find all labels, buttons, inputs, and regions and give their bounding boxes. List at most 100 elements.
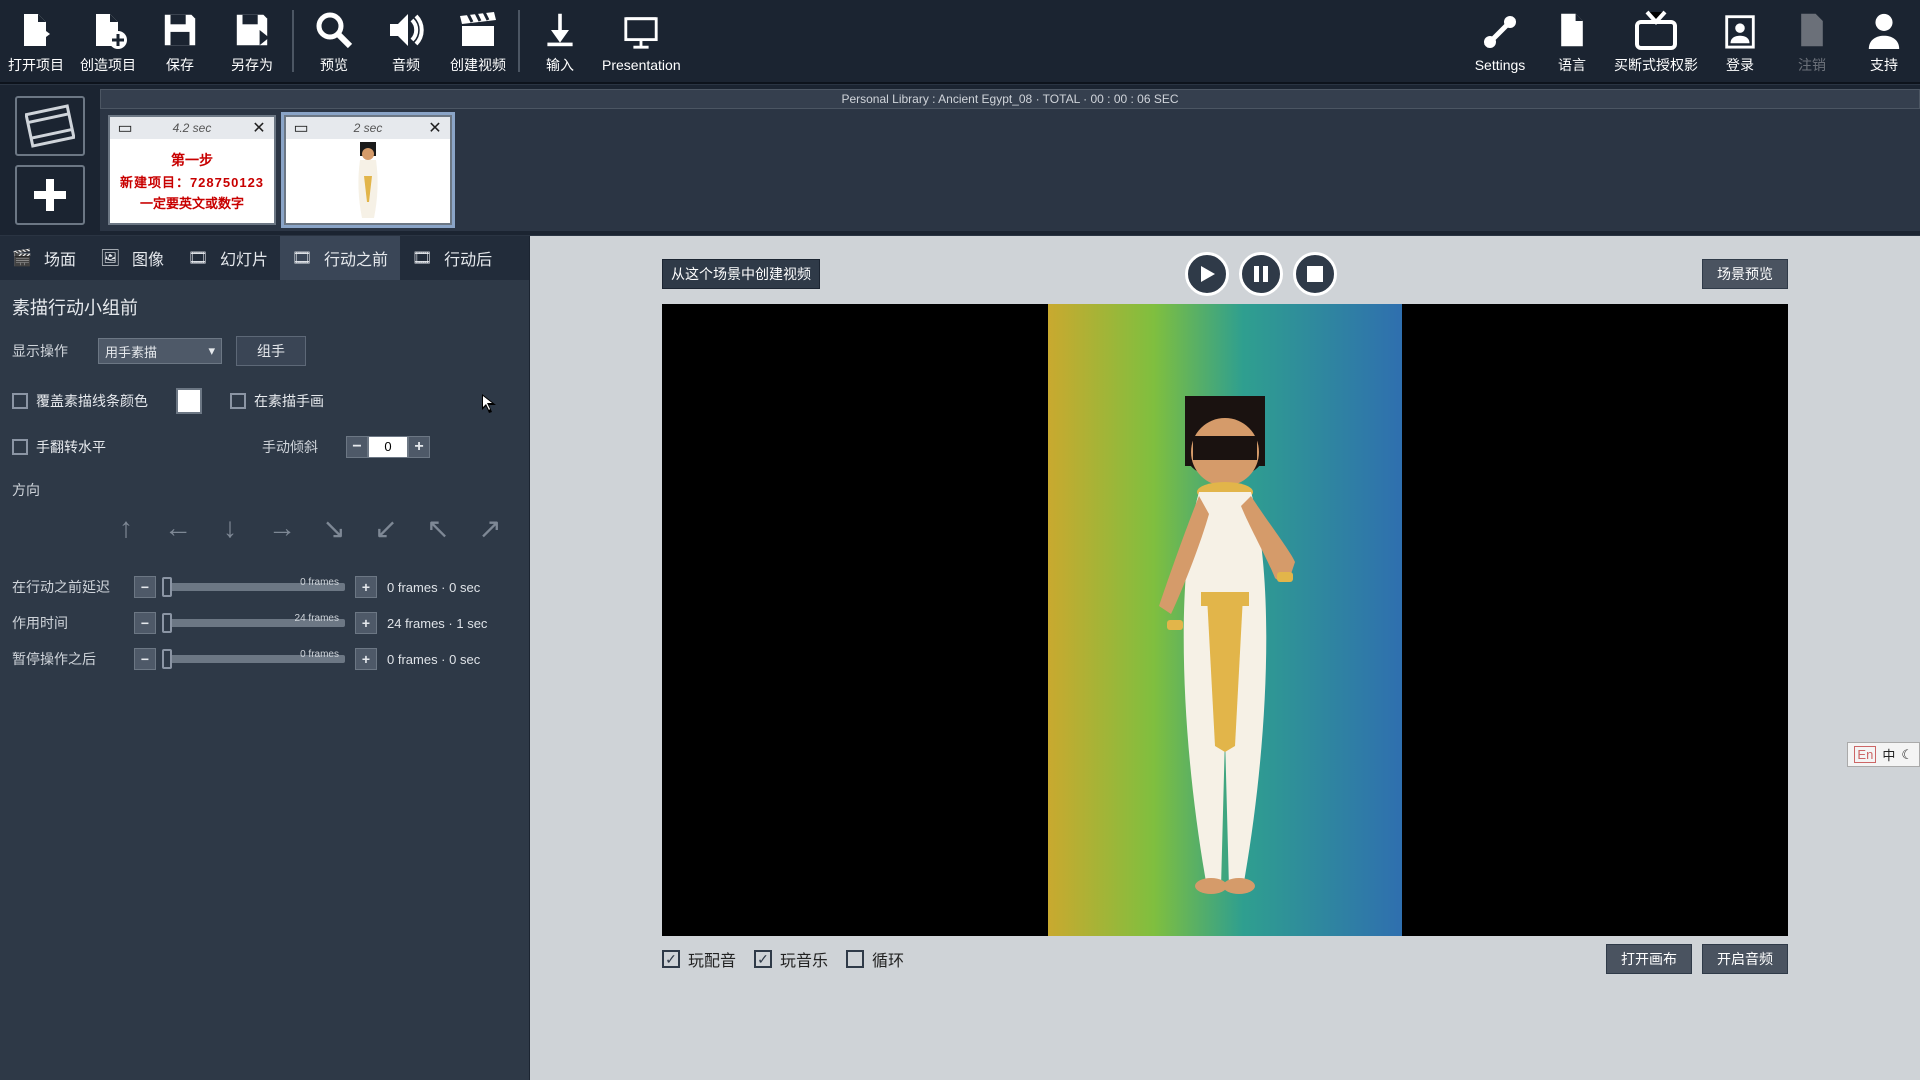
preview-checkboxes: 玩配音 玩音乐 循环: [662, 947, 904, 971]
arrow-up-left-icon[interactable]: ↖: [420, 510, 456, 546]
checkbox-box-icon: [662, 950, 680, 968]
tilt-decrement-button[interactable]: −: [346, 436, 368, 458]
badge-icon: [1719, 9, 1761, 51]
arrow-up-icon[interactable]: ↑: [108, 510, 144, 546]
after-tab-icon: 🎞: [412, 248, 438, 268]
loop-checkbox[interactable]: 循环: [846, 947, 904, 971]
arrow-left-icon[interactable]: ←: [160, 510, 196, 546]
tilt-spinner: − 0 +: [346, 436, 430, 458]
group-hand-button[interactable]: 组手: [236, 336, 306, 366]
stop-button[interactable]: [1293, 252, 1337, 296]
make-video-label: 创建视频: [450, 55, 506, 75]
frames-row: ▭ 4.2 sec ✕ 第一步 新建项目：728750123 一定要英文或数字 …: [100, 109, 1920, 231]
before-tab-icon: 🎞: [292, 248, 318, 268]
frame-menu-icon[interactable]: ▭: [290, 119, 312, 137]
stage-content: [1048, 304, 1402, 936]
new-project-button[interactable]: 创造项目: [72, 2, 144, 80]
color-swatch[interactable]: [176, 388, 202, 414]
language-button[interactable]: 语言: [1536, 2, 1608, 80]
frame-close-icon[interactable]: ✕: [424, 119, 446, 137]
slider-increment-button[interactable]: +: [355, 576, 377, 598]
presentation-button[interactable]: Presentation: [596, 2, 687, 80]
frame-2[interactable]: ▭ 2 sec ✕: [284, 115, 452, 225]
save-as-button[interactable]: 另存为: [216, 2, 288, 80]
license-button[interactable]: 买断式授权影: [1608, 2, 1704, 80]
open-audio-button[interactable]: 开启音频: [1702, 944, 1788, 974]
save-as-label: 另存为: [231, 55, 273, 75]
checkbox-label: 循环: [872, 947, 904, 971]
add-frame-button[interactable]: [15, 165, 85, 225]
make-video-button[interactable]: 创建视频: [442, 2, 514, 80]
frame-1[interactable]: ▭ 4.2 sec ✕ 第一步 新建项目：728750123 一定要英文或数字: [108, 115, 276, 225]
login-button[interactable]: 登录: [1704, 2, 1776, 80]
slider-increment-button[interactable]: +: [355, 648, 377, 670]
slider-decrement-button[interactable]: −: [134, 648, 156, 670]
frame-close-icon[interactable]: ✕: [248, 119, 270, 137]
preview-stage: [662, 304, 1788, 936]
checkbox-box-icon: [230, 393, 246, 409]
arrow-right-icon[interactable]: →: [264, 510, 300, 546]
tilt-increment-button[interactable]: +: [408, 436, 430, 458]
pause-button[interactable]: [1239, 252, 1283, 296]
slider-increment-button[interactable]: +: [355, 612, 377, 634]
scene-preview-button[interactable]: 场景预览: [1702, 259, 1788, 289]
open-project-label: 打开项目: [8, 55, 64, 75]
page-disabled-icon: [1791, 9, 1833, 51]
tab-label: 场面: [44, 246, 76, 270]
tab-before-action[interactable]: 🎞行动之前: [280, 236, 400, 280]
arrow-up-right-icon[interactable]: ↗: [472, 510, 508, 546]
slider-frames-label: 0 frames: [300, 577, 339, 588]
arrow-down-right-icon[interactable]: ↘: [316, 510, 352, 546]
slider-track[interactable]: 0 frames: [166, 655, 345, 663]
slider-track[interactable]: 0 frames: [166, 583, 345, 591]
sketch-hand-checkbox[interactable]: 在素描手画: [230, 391, 324, 411]
frame-menu-icon[interactable]: ▭: [114, 119, 136, 137]
play-music-checkbox[interactable]: 玩音乐: [754, 947, 828, 971]
import-button[interactable]: 输入: [524, 2, 596, 80]
slider-label: 暂停操作之后: [12, 649, 124, 669]
tilt-value[interactable]: 0: [368, 436, 408, 458]
save-as-icon: [231, 9, 273, 51]
preview-area: 从这个场景中创建视频 场景预览: [530, 236, 1920, 1080]
tv-icon: [1635, 9, 1677, 51]
strip-side-controls: [0, 89, 100, 231]
slider-decrement-button[interactable]: −: [134, 612, 156, 634]
show-action-select[interactable]: 用手素描 ▾: [98, 338, 222, 364]
slider-decrement-button[interactable]: −: [134, 576, 156, 598]
arrow-down-icon[interactable]: ↓: [212, 510, 248, 546]
download-icon: [539, 9, 581, 51]
logout-button: 注销: [1776, 2, 1848, 80]
support-button[interactable]: 支持: [1848, 2, 1920, 80]
film-strip-icon[interactable]: [15, 96, 85, 156]
image-tab-icon: 🖼: [100, 248, 126, 268]
override-color-checkbox[interactable]: 覆盖素描线条颜色: [12, 391, 148, 411]
slider-label: 在行动之前延迟: [12, 577, 124, 597]
property-panel: 🎬场面 🖼图像 🎞幻灯片 🎞行动之前 🎞行动后 素描行动小组前 显示操作 用手素…: [0, 236, 530, 1080]
tab-image[interactable]: 🖼 图像: [88, 236, 176, 280]
tab-after-action[interactable]: 🎞行动后: [400, 236, 504, 280]
select-value: 用手素描: [105, 342, 157, 361]
frame-text-line: 新建项目：728750123: [120, 172, 264, 191]
play-voice-checkbox[interactable]: 玩配音: [662, 947, 736, 971]
arrow-down-left-icon[interactable]: ↙: [368, 510, 404, 546]
slider-track[interactable]: 24 frames: [166, 619, 345, 627]
flip-horizontal-checkbox[interactable]: 手翻转水平: [12, 437, 106, 457]
tab-label: 图像: [132, 246, 164, 270]
page-icon: [1551, 9, 1593, 51]
preview-button[interactable]: 预览: [298, 2, 370, 80]
new-project-label: 创造项目: [80, 55, 136, 75]
tab-slide[interactable]: 🎞幻灯片: [176, 236, 280, 280]
settings-button[interactable]: Settings: [1464, 2, 1536, 80]
preview-bottom-bar: 玩配音 玩音乐 循环 打开画布 开启音频: [662, 944, 1788, 974]
save-button[interactable]: 保存: [144, 2, 216, 80]
workspace: 🎬场面 🖼图像 🎞幻灯片 🎞行动之前 🎞行动后 素描行动小组前 显示操作 用手素…: [0, 236, 1920, 1080]
open-canvas-button[interactable]: 打开画布: [1606, 944, 1692, 974]
preview-bottom-buttons: 打开画布 开启音频: [1606, 944, 1788, 974]
tab-scene[interactable]: 🎬场面: [0, 236, 88, 280]
delay-slider-row: 在行动之前延迟 − 0 frames + 0 frames · 0 sec: [12, 576, 517, 598]
toolbar-left-group: 打开项目 创造项目 保存 另存为 预览 音频 创建视频 输: [0, 2, 687, 80]
audio-button[interactable]: 音频: [370, 2, 442, 80]
open-project-button[interactable]: 打开项目: [0, 2, 72, 80]
play-button[interactable]: [1185, 252, 1229, 296]
create-video-from-scene-button[interactable]: 从这个场景中创建视频: [662, 259, 820, 289]
